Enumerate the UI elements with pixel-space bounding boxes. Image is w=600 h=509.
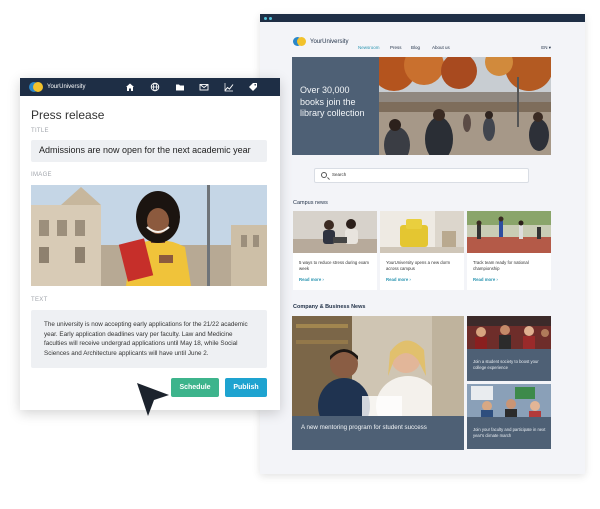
hero-text-panel: Over 30,000 books join the library colle… (292, 57, 379, 155)
nav-about-us[interactable]: About us (432, 45, 450, 50)
news-card-text: Track team ready for national championsh… (473, 260, 529, 271)
side-story-caption: Join a student society to boost your col… (473, 359, 539, 370)
side-story-caption-panel: Join your faculty and participate in nex… (467, 417, 551, 449)
schedule-button[interactable]: Schedule (171, 378, 219, 397)
language-selector[interactable]: EN ▾ (541, 45, 551, 51)
site-logo-text: YourUniversity (310, 38, 349, 45)
featured-story-card[interactable]: A new mentoring program for student succ… (292, 316, 464, 450)
campus-news-card[interactable]: Track team ready for national championsh… (467, 211, 551, 290)
publish-button[interactable]: Publish (225, 378, 267, 397)
site-logo[interactable]: YourUniversity (293, 37, 348, 46)
window-dot (269, 17, 272, 20)
news-card-text: 5 ways to reduce stress during exam week (299, 260, 369, 271)
side-story-caption-panel: Join a student society to boost your col… (467, 349, 551, 381)
mail-icon[interactable] (199, 82, 209, 92)
side-story-caption: Join your faculty and participate in nex… (473, 427, 546, 438)
read-more-link[interactable]: Read more › (386, 277, 411, 282)
tag-icon[interactable] (248, 82, 258, 92)
side-story-card[interactable]: Join your faculty and participate in nex… (467, 384, 551, 449)
editor-logo[interactable]: YourUniversity (29, 82, 85, 92)
featured-photo-mentoring (292, 316, 464, 416)
company-news-heading: Company & Business News (293, 304, 366, 310)
campus-news-heading: Campus news (293, 200, 328, 206)
news-card-text: YourUniversity opens a new dorm across c… (386, 260, 451, 271)
body-text-value: The university is now accepting early ap… (44, 321, 248, 357)
chart-icon[interactable] (224, 82, 234, 92)
search-placeholder: Search (332, 172, 347, 177)
hero-campus-photo (379, 57, 551, 155)
window-title-bar (260, 14, 585, 22)
page-title: Press release (31, 108, 105, 122)
campus-news-card[interactable]: YourUniversity opens a new dorm across c… (380, 211, 464, 290)
editor-toolbar: YourUniversity (20, 78, 280, 96)
website-preview-window: YourUniversity Newsroom Press Blog About… (260, 14, 585, 474)
image-field-label: IMAGE (31, 172, 52, 178)
side-photo-climate-march (467, 384, 551, 417)
globe-icon[interactable] (150, 82, 160, 92)
news-photo-track-team (467, 211, 551, 253)
read-more-link[interactable]: Read more › (473, 277, 498, 282)
hero-banner[interactable]: Over 30,000 books join the library colle… (292, 57, 551, 155)
featured-caption: A new mentoring program for student succ… (301, 424, 427, 431)
side-story-card[interactable]: Join a student society to boost your col… (467, 316, 551, 381)
nav-newsroom[interactable]: Newsroom (358, 45, 380, 50)
title-field-label: TITLE (31, 128, 49, 134)
body-textarea[interactable]: The university is now accepting early ap… (31, 310, 267, 368)
logo-mark-icon (293, 37, 306, 46)
nav-press[interactable]: Press (390, 45, 402, 50)
editor-logo-text: YourUniversity (47, 84, 86, 90)
title-input[interactable]: Admissions are now open for the next aca… (31, 140, 267, 162)
search-icon (321, 172, 327, 178)
side-photo-student-society (467, 316, 551, 349)
window-dot (264, 17, 267, 20)
home-icon[interactable] (125, 82, 135, 92)
nav-blog[interactable]: Blog (411, 45, 420, 50)
site-search-bar[interactable]: Search (314, 168, 529, 183)
press-release-editor: YourUniversity Press release TITLE Admis… (20, 78, 280, 410)
folder-icon[interactable] (175, 82, 185, 92)
news-photo-dorm-room (380, 211, 464, 253)
title-input-value: Admissions are now open for the next aca… (39, 145, 251, 155)
text-field-label: TEXT (31, 297, 48, 303)
campus-news-card[interactable]: 5 ways to reduce stress during exam week… (293, 211, 377, 290)
hero-headline: Over 30,000 books join the library colle… (300, 85, 365, 118)
read-more-link[interactable]: Read more › (299, 277, 324, 282)
news-photo-students-studying (293, 211, 377, 253)
mouse-cursor-icon (137, 383, 169, 416)
logo-mark-icon (29, 82, 43, 92)
press-release-image[interactable] (31, 185, 267, 286)
featured-caption-panel: A new mentoring program for student succ… (292, 416, 464, 450)
